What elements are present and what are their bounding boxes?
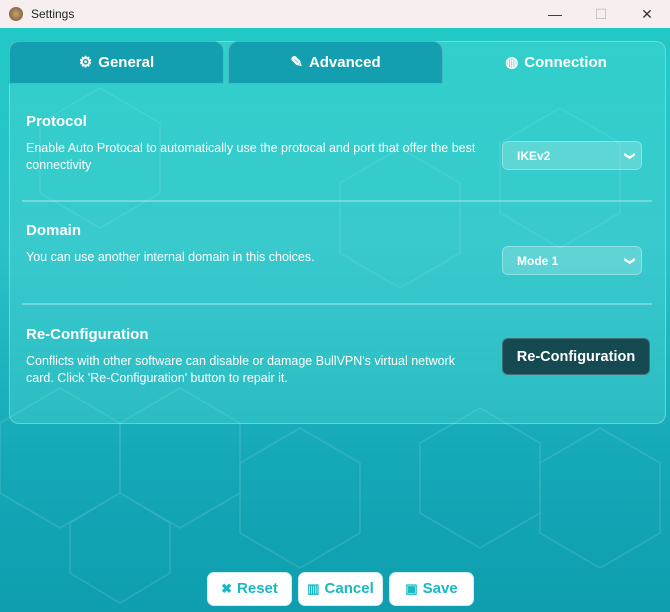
tab-connection[interactable]: ◍ Connection [447, 41, 665, 84]
tab-bar: ⚙ General ✎ Advanced ◍ Connection [9, 41, 665, 84]
save-button[interactable]: ▣ Save [389, 572, 474, 606]
tab-label: Connection [524, 53, 607, 71]
trash-icon: ▥ [307, 581, 320, 596]
maximize-button[interactable]: ☐ [578, 6, 624, 22]
protocol-select[interactable]: IKEv2 ❯ [502, 141, 642, 170]
divider [22, 200, 652, 202]
tab-general[interactable]: ⚙ General [9, 41, 224, 84]
chevron-down-icon: ❯ [623, 151, 635, 160]
tab-advanced[interactable]: ✎ Advanced [228, 41, 443, 84]
wrench-icon: ✎ [290, 53, 303, 71]
reconfiguration-button[interactable]: Re-Configuration [502, 338, 650, 375]
tab-label: General [98, 53, 155, 71]
protocol-description: Enable Auto Protocal to automatically us… [26, 141, 476, 172]
domain-title: Domain [26, 222, 82, 239]
cancel-button[interactable]: ▥ Cancel [298, 572, 383, 606]
footer-actions: ✖ Reset ▥ Cancel ▣ Save [207, 572, 474, 606]
divider [22, 303, 652, 305]
reset-button[interactable]: ✖ Reset [207, 572, 292, 606]
window-title: Settings [31, 7, 75, 21]
protocol-value: IKEv2 [517, 148, 551, 163]
protocol-title: Protocol [26, 113, 87, 130]
save-label: Save [422, 580, 458, 597]
chevron-down-icon: ❯ [623, 256, 635, 265]
reconfiguration-description: Conflicts with other software can disabl… [26, 354, 455, 385]
domain-select[interactable]: Mode 1 ❯ [502, 246, 642, 275]
tab-label: Advanced [308, 53, 381, 71]
globe-icon: ◍ [505, 53, 519, 71]
minimize-button[interactable]: — [532, 6, 578, 22]
x-icon: ✖ [221, 581, 233, 596]
close-button[interactable]: ✕ [624, 6, 670, 22]
app-logo-icon [9, 7, 23, 21]
domain-value: Mode 1 [517, 253, 559, 268]
floppy-disk-icon: ▣ [405, 581, 418, 596]
cancel-label: Cancel [324, 580, 374, 597]
gear-icon: ⚙ [78, 53, 93, 71]
title-bar: Settings — ☐ ✕ [0, 0, 670, 28]
reset-label: Reset [237, 580, 278, 597]
domain-description: You can use another internal domain in t… [26, 250, 315, 264]
